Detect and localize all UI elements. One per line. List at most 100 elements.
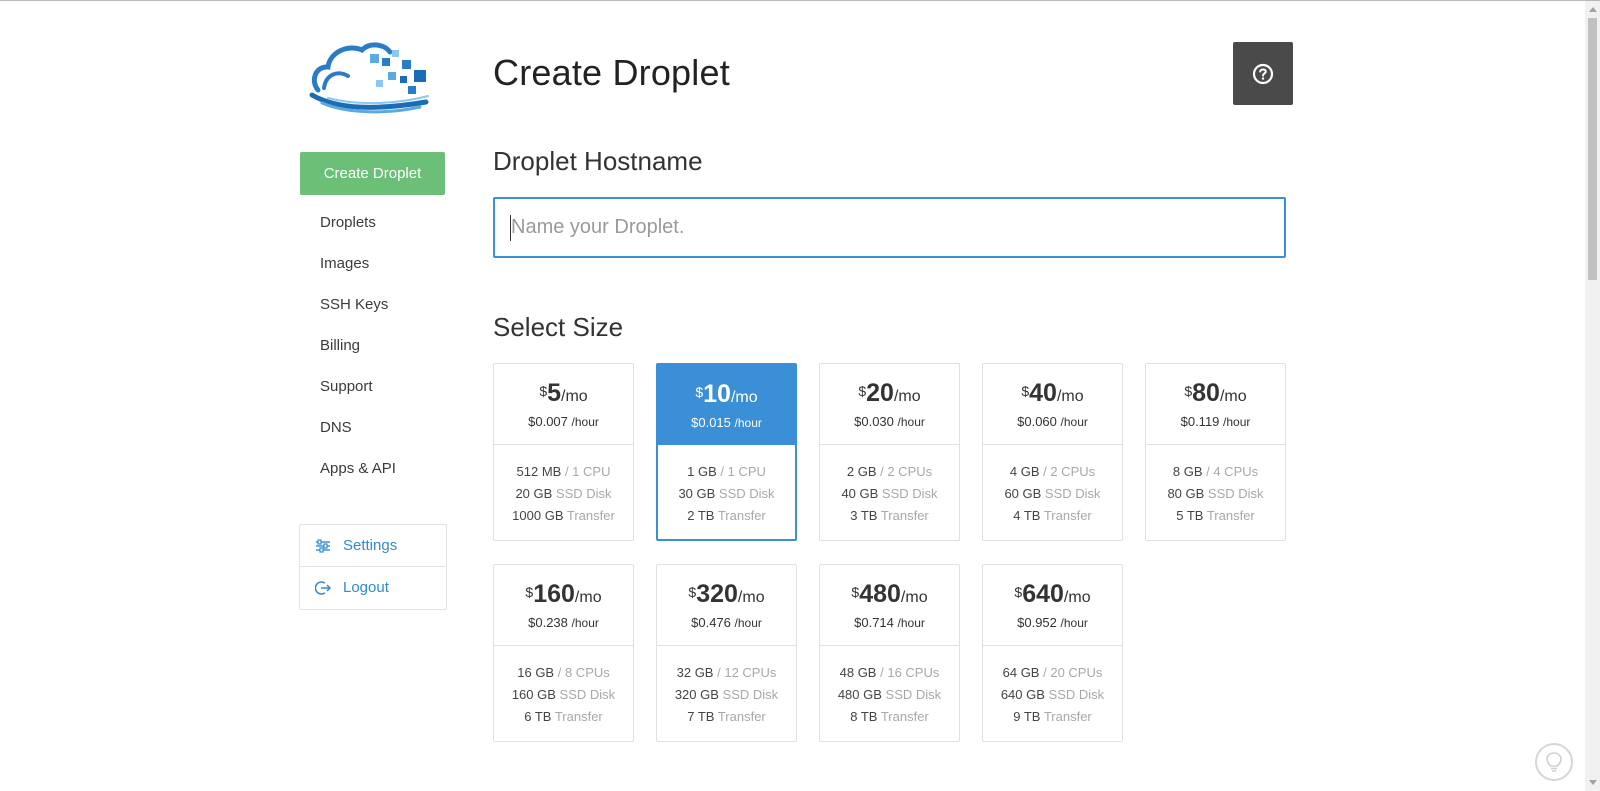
transfer: 6 TB <box>524 709 552 724</box>
hourly-unit: /hour <box>571 616 599 630</box>
size-option-20[interactable]: $20/mo $0.030 /hour 2 GB / 2 CPUs 40 GB … <box>819 363 960 541</box>
memory: 32 GB <box>676 665 714 680</box>
hourly-unit: /hour <box>734 616 762 630</box>
settings-link[interactable]: Settings <box>300 525 446 566</box>
transfer: 8 TB <box>850 709 878 724</box>
settings-label: Settings <box>343 537 398 554</box>
cloud-logo[interactable] <box>308 40 438 115</box>
page-title: Create Droplet <box>493 52 730 93</box>
sidebar-item-billing[interactable]: Billing <box>320 336 396 377</box>
disk: 60 GB <box>1004 486 1042 501</box>
transfer-label: Transfer <box>880 709 929 724</box>
help-button[interactable] <box>1233 42 1293 105</box>
disk: 80 GB <box>1167 486 1205 501</box>
memory: 1 GB <box>687 464 717 479</box>
hourly-unit: /hour <box>897 616 925 630</box>
cpu: / 1 CPU <box>720 464 766 479</box>
page-scrollbar[interactable] <box>1585 1 1600 791</box>
disk-label: SSD Disk <box>1048 687 1105 702</box>
disk-label: SSD Disk <box>881 486 938 501</box>
transfer: 7 TB <box>687 709 715 724</box>
hourly-price: $0.119 <box>1180 414 1220 429</box>
logout-link[interactable]: Logout <box>300 566 446 608</box>
price-period: /mo <box>1056 388 1084 405</box>
scroll-thumb[interactable] <box>1588 18 1597 280</box>
currency-symbol: $ <box>1014 584 1023 600</box>
transfer: 2 TB <box>687 508 715 523</box>
currency-symbol: $ <box>695 384 704 400</box>
lightbulb-icon <box>1546 752 1562 772</box>
size-option-160[interactable]: $160/mo $0.238 /hour 16 GB / 8 CPUs 160 … <box>493 564 634 742</box>
size-option-10[interactable]: $10/mo $0.015 /hour 1 GB / 1 CPU 30 GB S… <box>656 363 797 541</box>
monthly-price: 20 <box>866 379 894 407</box>
hourly-unit: /hour <box>734 416 762 430</box>
size-option-40[interactable]: $40/mo $0.060 /hour 4 GB / 2 CPUs 60 GB … <box>982 363 1123 541</box>
currency-symbol: $ <box>858 383 867 399</box>
sidebar-item-support[interactable]: Support <box>320 377 396 418</box>
sidebar-item-images[interactable]: Images <box>320 254 396 295</box>
disk: 160 GB <box>511 687 556 702</box>
disk-label: SSD Disk <box>555 486 612 501</box>
disk-label: SSD Disk <box>885 687 942 702</box>
hourly-price: $0.714 <box>854 615 894 630</box>
disk-label: SSD Disk <box>718 486 775 501</box>
sidebar-item-ssh-keys[interactable]: SSH Keys <box>320 295 396 336</box>
size-heading: Select Size <box>493 312 624 342</box>
currency-symbol: $ <box>1184 383 1193 399</box>
cpu: / 12 CPUs <box>717 665 777 680</box>
size-option-480[interactable]: $480/mo $0.714 /hour 48 GB / 16 CPUs 480… <box>819 564 960 742</box>
size-option-320[interactable]: $320/mo $0.476 /hour 32 GB / 12 CPUs 320… <box>656 564 797 742</box>
sidebar-nav: Droplets Images SSH Keys Billing Support… <box>320 213 396 500</box>
scroll-down-arrow[interactable] <box>1589 780 1597 785</box>
size-option-5[interactable]: $5/mo $0.007 /hour 512 MB / 1 CPU 20 GB … <box>493 363 634 541</box>
hostname-input[interactable] <box>493 197 1286 258</box>
monthly-price: 160 <box>533 580 575 608</box>
size-option-640[interactable]: $640/mo $0.952 /hour 64 GB / 20 CPUs 640… <box>982 564 1123 742</box>
cpu: / 2 CPUs <box>880 464 933 479</box>
price-period: /mo <box>730 389 758 406</box>
cpu: / 2 CPUs <box>1043 464 1096 479</box>
transfer-label: Transfer <box>1206 508 1255 523</box>
currency-symbol: $ <box>1021 383 1030 399</box>
transfer-label: Transfer <box>717 709 766 724</box>
question-circle-icon <box>1252 63 1274 84</box>
hourly-unit: /hour <box>1223 415 1251 429</box>
sidebar-item-dns[interactable]: DNS <box>320 418 396 459</box>
sidebar-item-apps-api[interactable]: Apps & API <box>320 459 396 500</box>
sidebar-item-droplets[interactable]: Droplets <box>320 213 396 254</box>
top-border <box>0 0 1600 1</box>
transfer-label: Transfer <box>717 508 766 523</box>
logout-icon <box>315 580 331 595</box>
monthly-price: 640 <box>1022 580 1064 608</box>
disk-label: SSD Disk <box>1044 486 1101 501</box>
hostname-heading: Droplet Hostname <box>493 146 703 176</box>
create-droplet-button[interactable]: Create Droplet <box>300 152 445 195</box>
currency-symbol: $ <box>525 584 534 600</box>
transfer: 5 TB <box>1176 508 1204 523</box>
currency-symbol: $ <box>539 383 548 399</box>
hourly-price: $0.030 <box>854 414 894 429</box>
monthly-price: 320 <box>696 580 738 608</box>
disk-label: SSD Disk <box>722 687 779 702</box>
cpu: / 8 CPUs <box>557 665 610 680</box>
transfer-label: Transfer <box>566 508 615 523</box>
monthly-price: 480 <box>859 580 901 608</box>
monthly-price: 40 <box>1029 379 1057 407</box>
hourly-price: $0.015 <box>691 415 731 430</box>
transfer: 9 TB <box>1013 709 1041 724</box>
memory: 512 MB <box>516 464 562 479</box>
size-option-80[interactable]: $80/mo $0.119 /hour 8 GB / 4 CPUs 80 GB … <box>1145 363 1286 541</box>
lightbulb-button[interactable] <box>1535 743 1573 781</box>
monthly-price: 5 <box>547 379 562 407</box>
memory: 16 GB <box>517 665 555 680</box>
memory: 48 GB <box>839 665 877 680</box>
cpu: / 20 CPUs <box>1043 665 1103 680</box>
disk: 40 GB <box>841 486 879 501</box>
disk: 640 GB <box>1000 687 1045 702</box>
transfer-label: Transfer <box>1043 508 1092 523</box>
price-period: /mo <box>574 589 602 606</box>
scroll-up-arrow[interactable] <box>1589 7 1597 12</box>
memory: 64 GB <box>1002 665 1040 680</box>
monthly-price: 80 <box>1192 379 1220 407</box>
disk: 30 GB <box>678 486 716 501</box>
